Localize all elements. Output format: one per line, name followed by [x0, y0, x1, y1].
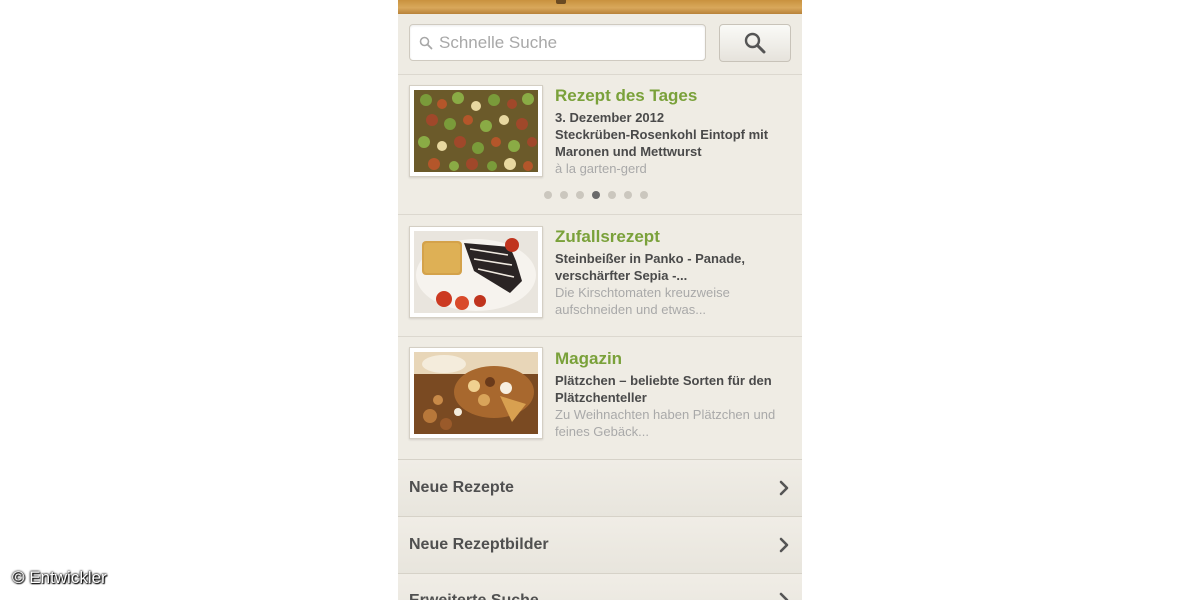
search-icon	[419, 36, 433, 49]
menu-item-new-recipes[interactable]: Neue Rezepte	[398, 459, 802, 516]
cookies-photo	[414, 352, 538, 434]
recipe-thumbnail	[409, 85, 543, 177]
stew-photo	[414, 90, 538, 172]
fish-photo	[414, 231, 538, 313]
search-input[interactable]	[439, 32, 699, 53]
menu-item-label: Neue Rezeptbilder	[409, 536, 549, 553]
chevron-right-icon	[779, 480, 789, 496]
magazine-text: Magazin Plätzchen – beliebte Sorten für …	[555, 349, 793, 440]
card-headline: Steckrüben-Rosenkohl Eintopf mit Maronen…	[555, 127, 769, 159]
search-button[interactable]	[719, 24, 791, 62]
header-wood-bar	[398, 0, 802, 14]
chevron-right-icon	[779, 537, 789, 553]
carousel-dot[interactable]	[640, 191, 648, 199]
card-magazine[interactable]: Magazin Plätzchen – beliebte Sorten für …	[398, 337, 802, 459]
carousel-dot[interactable]	[544, 191, 552, 199]
card-random-recipe[interactable]: Zufallsrezept Steinbeißer in Panko - Pan…	[398, 215, 802, 337]
header-handle	[556, 0, 566, 4]
copyright-watermark: © Entwickler	[12, 568, 107, 587]
recipe-thumbnail	[409, 226, 543, 318]
card-title: Zufallsrezept	[555, 227, 660, 246]
card-headline: Steinbeißer in Panko - Panade, verschärf…	[555, 251, 745, 283]
card-snippet: Die Kirschtomaten kreuzweise aufschneide…	[555, 285, 730, 317]
recipe-text: Rezept des Tages 3. Dezember 2012 Steckr…	[555, 86, 793, 177]
carousel-dot[interactable]	[560, 191, 568, 199]
carousel-dot[interactable]	[576, 191, 584, 199]
search-field[interactable]	[409, 24, 706, 61]
carousel-dot-active[interactable]	[592, 191, 600, 199]
menu-item-advanced-search[interactable]: Erweiterte Suche	[398, 573, 802, 600]
recipe-text: Zufallsrezept Steinbeißer in Panko - Pan…	[555, 227, 793, 318]
search-bar	[398, 14, 802, 75]
card-headline: Plätzchen – beliebte Sorten für den Plät…	[555, 373, 772, 405]
card-date: 3. Dezember 2012	[555, 110, 665, 125]
carousel-indicator[interactable]	[544, 191, 648, 199]
carousel-dot[interactable]	[608, 191, 616, 199]
menu-item-label: Neue Rezepte	[409, 479, 514, 496]
card-title: Rezept des Tages	[555, 86, 698, 105]
card-snippet: Zu Weihnachten haben Plätzchen und feine…	[555, 407, 776, 439]
menu-item-new-recipe-images[interactable]: Neue Rezeptbilder	[398, 516, 802, 573]
search-icon	[744, 32, 766, 54]
card-title: Magazin	[555, 349, 623, 368]
menu-item-label: Erweiterte Suche	[409, 592, 778, 600]
carousel-dot[interactable]	[624, 191, 632, 199]
magazine-thumbnail	[409, 347, 543, 439]
card-author: à la garten-gerd	[555, 161, 647, 176]
card-recipe-of-the-day[interactable]: Rezept des Tages 3. Dezember 2012 Steckr…	[398, 75, 802, 215]
chevron-right-icon	[779, 592, 789, 600]
app-screen: Rezept des Tages 3. Dezember 2012 Steckr…	[398, 0, 802, 600]
